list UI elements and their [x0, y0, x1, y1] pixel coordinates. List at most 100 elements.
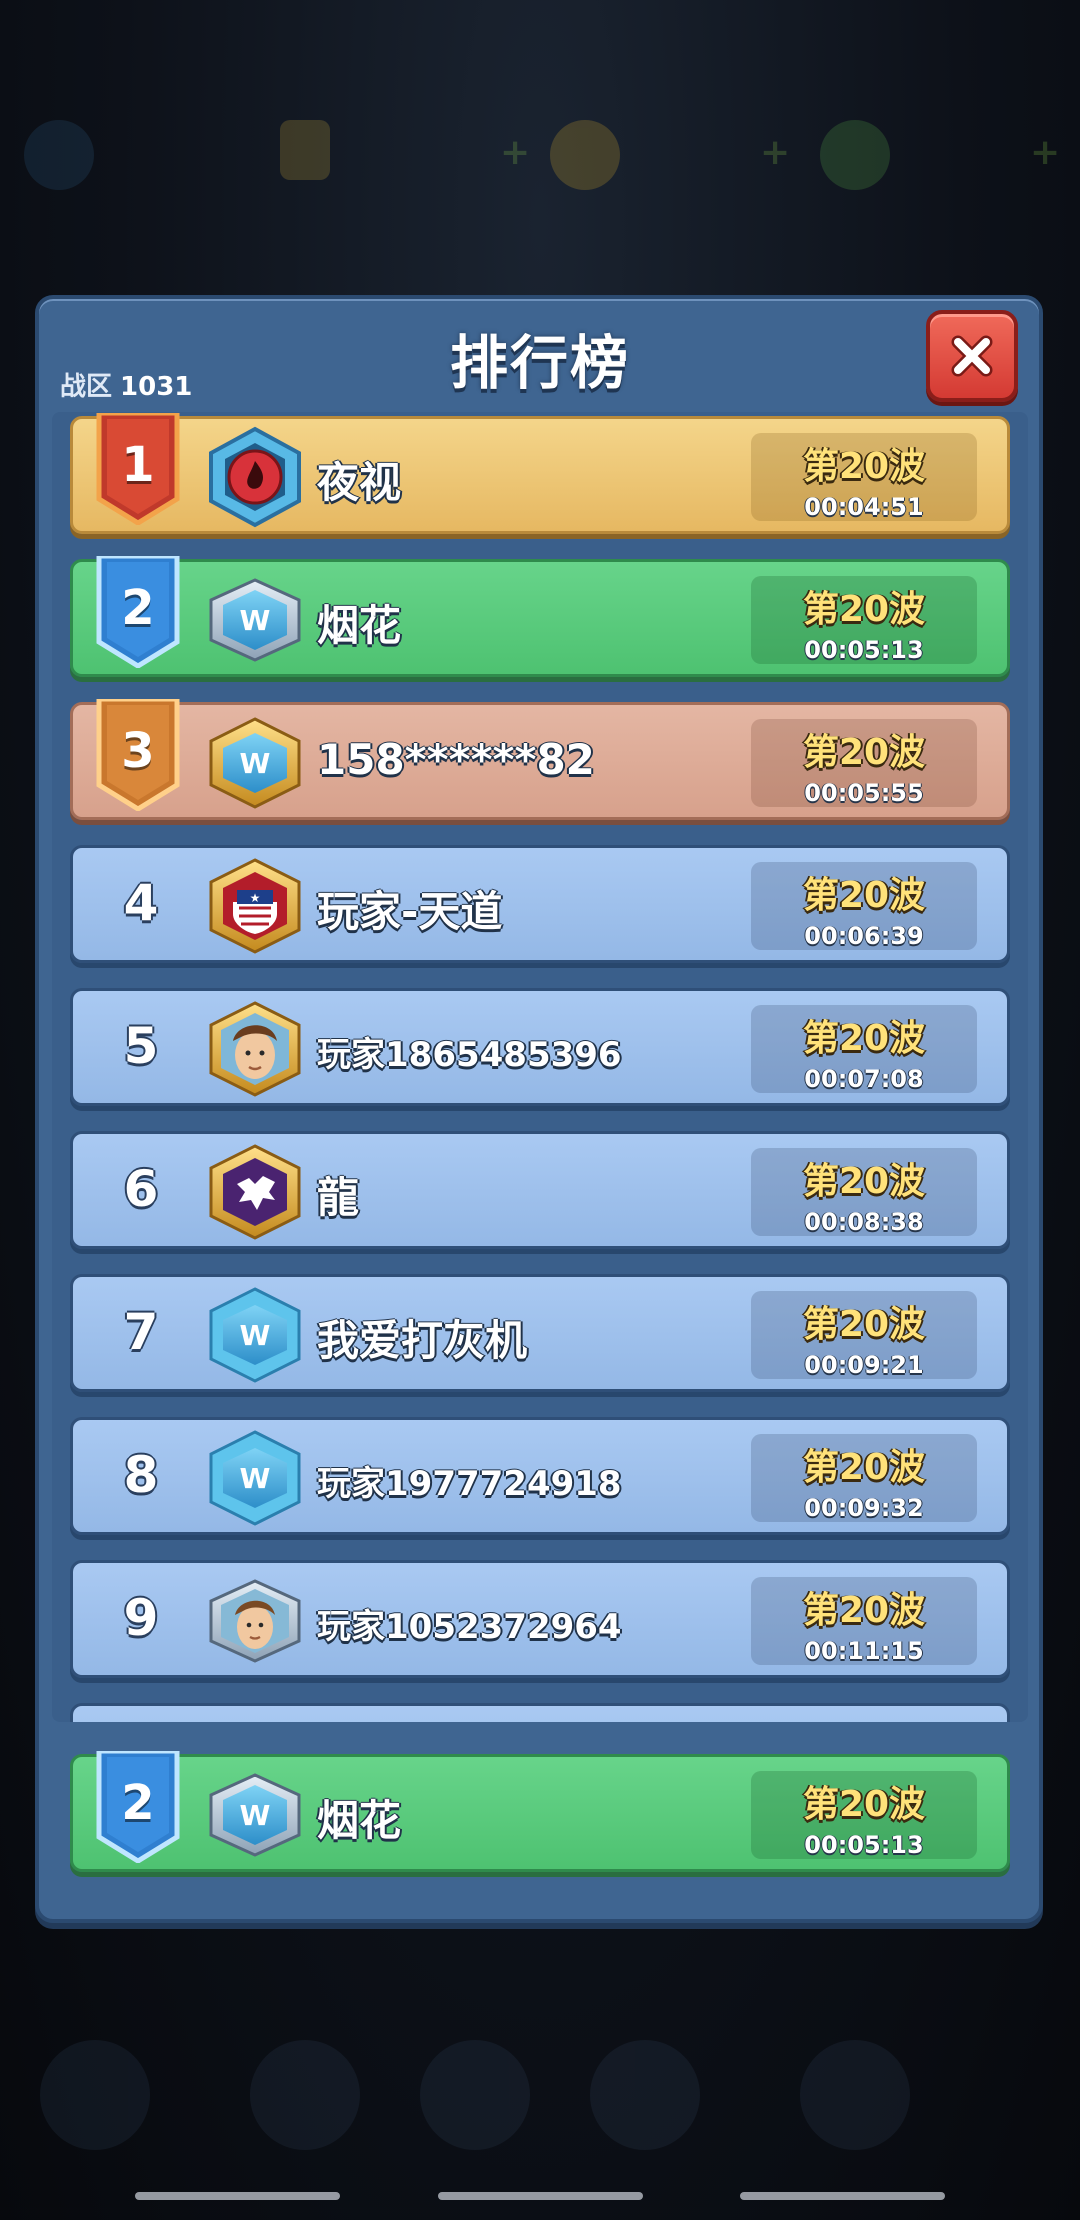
- nav-slot: [40, 2040, 150, 2150]
- clear-time: 00:07:08: [804, 1065, 924, 1093]
- player-name: 玩家1052372964: [317, 1607, 622, 1647]
- add-icon: +: [760, 132, 791, 173]
- star-shield-icon: ★: [203, 854, 307, 958]
- score-box: 第20波 00:05:55: [751, 719, 977, 807]
- system-nav-bar: [135, 2192, 340, 2200]
- gem-icon: [820, 120, 890, 190]
- leaderboard-row[interactable]: 7 W 我爱打灰机 第20波 00:09:21: [70, 1274, 1010, 1392]
- svg-text:W: W: [240, 747, 271, 780]
- nav-slot: [420, 2040, 530, 2150]
- svg-text:W: W: [240, 1319, 271, 1352]
- svg-text:W: W: [240, 1799, 271, 1832]
- player-name: 玩家1865485396: [317, 1035, 622, 1075]
- zone-label: 战区: [60, 372, 113, 402]
- player-name: 玩家-天道: [317, 887, 503, 936]
- clear-time: 00:05:13: [804, 636, 924, 664]
- leaderboard-row[interactable]: 6 龍 第20波 00:08:38: [70, 1131, 1010, 1249]
- wave-count: 第20波: [802, 1304, 926, 1345]
- score-box: 第20波 00:05:13: [751, 1771, 977, 1859]
- svg-text:W: W: [240, 1462, 271, 1495]
- player-name: 烟花: [317, 1796, 402, 1845]
- wave-count: 第20波: [802, 1590, 926, 1631]
- rank-number: 9: [123, 1589, 159, 1647]
- gold-coin-icon: [550, 120, 620, 190]
- svg-text:★: ★: [250, 891, 261, 905]
- score-box: 第20波 00:06:39: [751, 862, 977, 950]
- bottom-nav: [0, 2030, 1080, 2170]
- leaderboard-row[interactable]: 8 W 玩家1977724918 第20波 00:09:32: [70, 1417, 1010, 1535]
- player-name: 玩家1977724918: [317, 1464, 622, 1504]
- player-name: 烟花: [317, 601, 402, 650]
- score-box: 第20波 00:09:32: [751, 1434, 977, 1522]
- w-logo-badge-icon: W: [203, 568, 307, 672]
- clear-time: 00:11:15: [804, 1637, 924, 1665]
- clear-time: 00:04:51: [804, 493, 924, 521]
- nav-slot: [590, 2040, 700, 2150]
- clear-time: 00:06:39: [804, 922, 924, 950]
- clear-time: 00:09:21: [804, 1351, 924, 1379]
- wave-count: 第20波: [802, 1447, 926, 1488]
- zone-indicator: 战区 1031: [60, 366, 192, 403]
- rank-medal-bronze: 3: [95, 696, 181, 812]
- w-logo-badge-icon: W: [203, 1426, 307, 1530]
- tiger-emblem-icon: [203, 1140, 307, 1244]
- leaderboard-row[interactable]: 4 ★ 玩家-天道 第20波 00:06:39: [70, 845, 1010, 963]
- rank-number: 1: [121, 437, 155, 493]
- leaderboard-list[interactable]: 1 夜视 第20波 00:04:51 2 W 烟花 第20波 00:05:13 …: [52, 412, 1028, 1722]
- rank-number: 4: [123, 874, 159, 932]
- nav-slot: [250, 2040, 360, 2150]
- score-box: 第20波 00:05:13: [751, 576, 977, 664]
- leaderboard-row[interactable]: 5 玩家1865485396 第20波 00:07:08: [70, 988, 1010, 1106]
- nav-slot: [800, 2040, 910, 2150]
- w-logo-badge-icon: W: [203, 711, 307, 815]
- rank-number: 7: [123, 1303, 159, 1361]
- player-portrait-icon: [203, 1569, 307, 1673]
- add-icon: +: [500, 132, 531, 173]
- score-box: 第20波 00:07:08: [751, 1005, 977, 1093]
- my-rank-row[interactable]: 2 W 烟花 第20波 00:05:13: [70, 1748, 1010, 1872]
- leaderboard-row[interactable]: [70, 1703, 1010, 1722]
- clear-time: 00:05:55: [804, 779, 924, 807]
- wave-count: 第20波: [802, 732, 926, 773]
- top-hud: + + +: [0, 110, 1080, 190]
- leaderboard-row[interactable]: 3 W 158******82 第20波 00:05:55: [70, 696, 1010, 820]
- clear-time: 00:08:38: [804, 1208, 924, 1236]
- rank-medal-silver: 2: [95, 553, 181, 669]
- leaderboard-row[interactable]: 2 W 烟花 第20波 00:05:13: [70, 553, 1010, 677]
- score-box: 第20波 00:08:38: [751, 1148, 977, 1236]
- rank-medal-gold: 1: [95, 412, 181, 526]
- leaderboard-row-self: 2 W 烟花 第20波 00:05:13: [70, 1748, 1010, 1872]
- score-box: 第20波 00:09:21: [751, 1291, 977, 1379]
- clear-time: 00:05:13: [804, 1831, 924, 1859]
- rank-number: 5: [123, 1017, 159, 1075]
- rank-number: 8: [123, 1446, 159, 1504]
- wave-count: 第20波: [802, 1161, 926, 1202]
- wave-count: 第20波: [802, 446, 926, 487]
- system-nav-bar: [438, 2192, 643, 2200]
- player-name: 龍: [317, 1173, 360, 1222]
- rank-number: 2: [121, 580, 155, 636]
- player-portrait-icon: [203, 997, 307, 1101]
- energy-icon: [280, 120, 330, 180]
- wave-count: 第20波: [802, 1784, 926, 1825]
- score-box: 第20波 00:04:51: [751, 433, 977, 521]
- player-name: 夜视: [317, 458, 402, 507]
- add-icon: +: [1030, 132, 1061, 173]
- svg-text:W: W: [240, 604, 271, 637]
- close-x-icon: [951, 335, 993, 377]
- system-nav-bar: [740, 2192, 945, 2200]
- wave-count: 第20波: [802, 1018, 926, 1059]
- rank-medal-silver: 2: [95, 1748, 181, 1864]
- leaderboard-row[interactable]: 1 夜视 第20波 00:04:51: [70, 412, 1010, 534]
- wave-count: 第20波: [802, 875, 926, 916]
- zone-number: 1031: [120, 372, 193, 402]
- w-logo-badge-icon: W: [203, 1763, 307, 1867]
- player-avatar: [24, 120, 94, 190]
- w-logo-badge-icon: W: [203, 1283, 307, 1387]
- close-button[interactable]: [926, 310, 1018, 402]
- rank-number: 2: [121, 1775, 155, 1831]
- leaderboard-row[interactable]: 9 玩家1052372964 第20波 00:11:15: [70, 1560, 1010, 1678]
- wave-count: 第20波: [802, 589, 926, 630]
- rank-number: 6: [123, 1160, 159, 1218]
- player-name: 我爱打灰机: [317, 1316, 528, 1365]
